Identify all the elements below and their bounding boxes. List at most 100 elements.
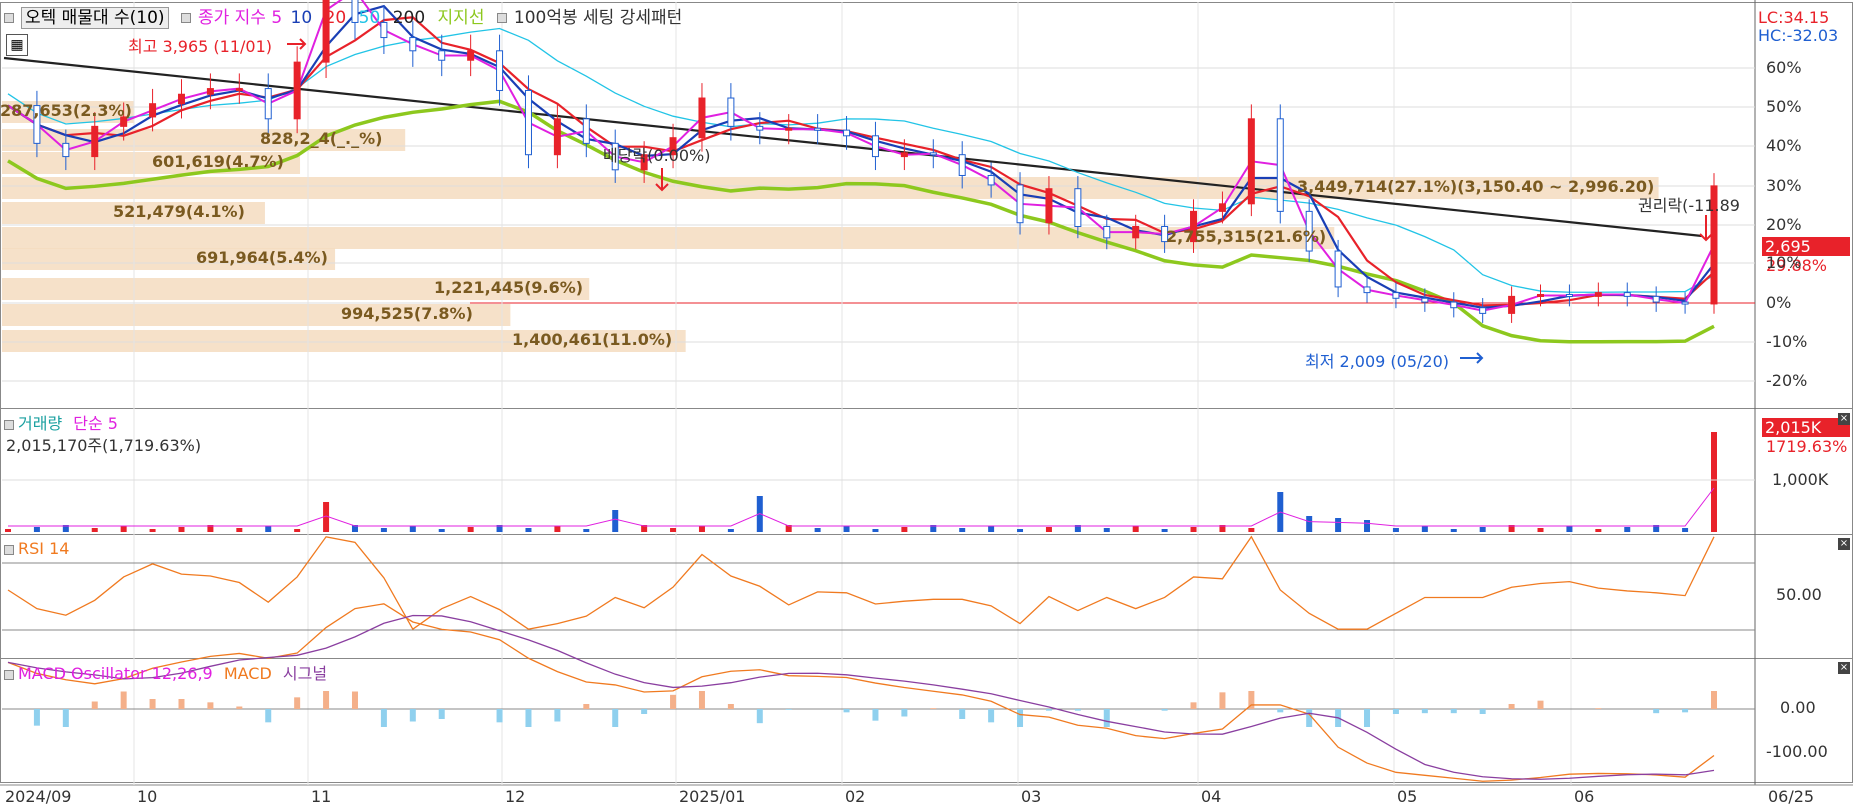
volume-bar — [91, 528, 98, 532]
macd-oscillator-bar — [1711, 691, 1717, 709]
macd-oscillator-bar — [1074, 709, 1081, 711]
macd-oscillator-bar — [409, 709, 416, 722]
candle-body — [1218, 203, 1226, 212]
volume-title: 거래량 — [18, 414, 63, 433]
volume-bar — [525, 528, 532, 532]
volume-profile-label: 521,479(4.1%) — [113, 202, 245, 221]
volume-profile-label: 994,525(7.8%) — [341, 304, 473, 323]
x-axis-label: 10 — [137, 787, 158, 806]
volume-bar — [5, 529, 11, 532]
volume-bar — [1421, 526, 1428, 532]
candle-body — [177, 93, 185, 105]
y-axis-label: 40% — [1766, 136, 1802, 155]
volume-bar — [1682, 528, 1689, 532]
pattern-label: 100억봉 세팅 강세패턴 — [513, 8, 683, 28]
volume-bar — [409, 526, 416, 532]
x-axis-label: 05 — [1397, 787, 1418, 806]
macd-oscillator-bar — [554, 709, 561, 722]
macd-oscillator-bar — [62, 709, 69, 727]
macd-oscillator-bar — [756, 709, 763, 724]
macd-oscillator-bar — [1190, 702, 1197, 709]
macd-oscillator-bar — [1479, 709, 1486, 714]
volume-profile-label: 828,2_4(_._%) — [260, 129, 383, 148]
volume-bar — [1161, 529, 1168, 532]
volume-value: 2,015,170주(1,719.63%) — [6, 436, 202, 455]
candle-body — [1508, 295, 1516, 314]
volume-bar — [149, 529, 156, 532]
candle-body — [524, 89, 532, 156]
candle-body — [553, 118, 561, 156]
volume-bar — [727, 529, 734, 532]
volume-axis-label: 1,000K — [1772, 470, 1829, 489]
macd-close-icon[interactable]: × — [1838, 662, 1850, 674]
candle-body — [1392, 292, 1400, 299]
candle-body — [756, 125, 764, 131]
macd-oscillator-bar — [1450, 709, 1457, 714]
y-axis-label: -20% — [1766, 371, 1808, 390]
volume-profile-label: 601,619(4.7%) — [152, 152, 284, 171]
volume-bar — [612, 510, 619, 532]
macd-oscillator-bar — [496, 709, 503, 723]
signal-line — [7, 614, 1715, 780]
macd-oscillator-bar — [1306, 709, 1313, 727]
macd-oscillator-bar — [670, 694, 677, 709]
volume-bar — [583, 529, 590, 532]
macd-oscillator-bar — [843, 709, 850, 713]
candle-body — [1103, 225, 1111, 239]
macd-oscillator-bar — [351, 691, 358, 709]
volume-bar — [380, 528, 387, 532]
macd-oscillator-bar — [1103, 709, 1110, 727]
volume-bar — [1624, 527, 1631, 532]
grid-settings-icon[interactable]: ▦ — [6, 34, 28, 56]
rsi-close-icon[interactable]: × — [1838, 538, 1850, 550]
main-legend: 오텍 매물대 수(10) 종가 지수 5 10 20 50 200 지지선 10… — [4, 7, 689, 29]
candle-body — [467, 50, 475, 61]
candle-body — [727, 97, 735, 127]
volume-bar — [814, 528, 821, 532]
candle-body — [1565, 293, 1573, 297]
candle-body — [91, 125, 99, 158]
support-label: 지지선 — [437, 8, 485, 28]
macd-axis-bottom: -100.00 — [1766, 742, 1828, 761]
macd-oscillator-bar — [1364, 709, 1371, 727]
x-axis-label: 03 — [1021, 787, 1042, 806]
stock-tab[interactable]: 오텍 매물대 수(10) — [21, 7, 169, 29]
volume-bar — [265, 526, 272, 532]
x-axis-label: 11 — [311, 787, 332, 806]
candle-body — [1074, 188, 1082, 227]
x-axis-label: 12 — [505, 787, 526, 806]
volume-bar — [1711, 432, 1717, 532]
macd-oscillator-bar — [294, 697, 301, 709]
macd-oscillator-bar — [380, 709, 387, 727]
candle-body — [1450, 301, 1458, 309]
candle-body — [1421, 297, 1429, 303]
volume-bar — [1190, 527, 1197, 532]
candle-body — [1045, 188, 1053, 224]
candle-body — [235, 88, 243, 92]
panel-frame — [0, 534, 1853, 659]
volume-bar — [901, 527, 908, 532]
volume-profile-label: 691,964(5.4%) — [196, 248, 328, 267]
macd-oscillator-bar — [33, 709, 40, 726]
macd-oscillator-bar — [1508, 704, 1515, 709]
ma200-label: 200 — [392, 8, 426, 28]
volume-close-icon[interactable]: × — [1838, 413, 1850, 425]
macd-oscillator-bar — [583, 704, 590, 709]
macd-oscillator-bar — [1392, 709, 1399, 714]
lc-label: LC:34.15 — [1758, 8, 1830, 27]
volume-tag-pct: 1719.63% — [1766, 437, 1848, 456]
macd-oscillator-bar — [1595, 708, 1602, 709]
macd-oscillator-bar — [236, 706, 243, 709]
candle-body — [1652, 295, 1660, 303]
high-annotation: 최고 3,965 (11/01) — [128, 37, 273, 56]
volume-bar — [236, 528, 243, 532]
candle-body — [814, 127, 822, 131]
y-axis-label: 10% — [1766, 253, 1802, 272]
volume-bar — [1537, 528, 1544, 532]
volume-bar — [1045, 527, 1052, 532]
macd-oscillator-bar — [1277, 709, 1284, 713]
rsi-line — [7, 535, 1715, 631]
candle-body — [987, 174, 995, 186]
volume-bar — [554, 526, 561, 532]
candle-body — [1247, 118, 1255, 205]
